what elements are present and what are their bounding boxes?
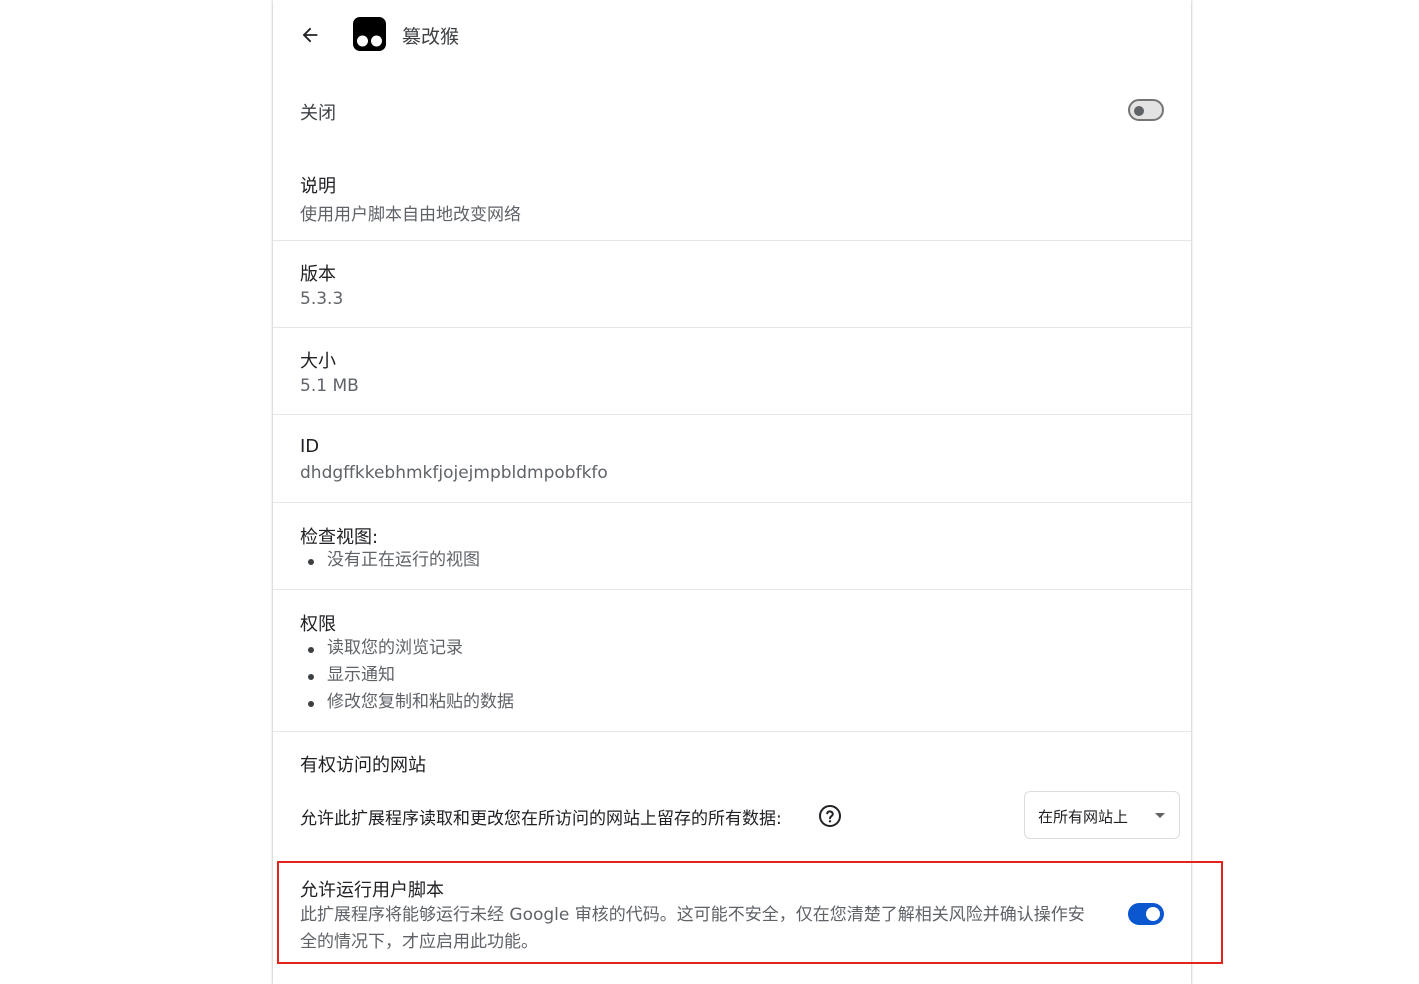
size-value: 5.1 MB <box>300 376 359 396</box>
size-section: 大小 5.1 MB <box>273 327 1191 415</box>
details-header: 篡改猴 <box>273 0 1191 70</box>
version-title: 版本 <box>300 264 336 285</box>
enable-row: 关闭 <box>273 80 1191 140</box>
site-access-text: 允许此扩展程序读取和更改您在所访问的网站上留存的所有数据: <box>300 809 782 829</box>
permissions-list: 读取您的浏览记录 显示通知 修改您复制和粘贴的数据 <box>300 635 514 716</box>
description-value: 使用用户脚本自由地改变网络 <box>300 205 521 225</box>
user-scripts-description: 此扩展程序将能够运行未经 Google 审核的代码。这可能不安全，仅在您清楚了解… <box>300 905 1085 952</box>
arrow-left-icon <box>302 27 318 43</box>
id-value: dhdgffkkebhmkfjojejmpbldmpobfkfo <box>300 463 608 483</box>
description-title: 说明 <box>300 176 336 197</box>
list-item: 没有正在运行的视图 <box>300 547 480 574</box>
inspect-views-section: 检查视图: 没有正在运行的视图 <box>273 502 1191 590</box>
dropdown-value: 在所有网站上 <box>1038 808 1129 826</box>
list-item: 读取您的浏览记录 <box>300 635 514 662</box>
list-item: 修改您复制和粘贴的数据 <box>300 689 514 716</box>
list-item: 显示通知 <box>300 662 514 689</box>
id-title: ID <box>300 436 320 457</box>
permissions-title: 权限 <box>300 614 336 635</box>
chevron-down-icon <box>1155 813 1165 818</box>
enable-toggle[interactable] <box>1128 99 1164 121</box>
tampermonkey-icon <box>353 17 386 51</box>
user-scripts-toggle[interactable] <box>1128 903 1164 925</box>
inspect-views-list: 没有正在运行的视图 <box>300 547 480 574</box>
toggle-knob <box>1146 907 1160 921</box>
version-section: 版本 5.3.3 <box>273 240 1191 328</box>
size-title: 大小 <box>300 351 336 372</box>
permissions-section: 权限 读取您的浏览记录 显示通知 修改您复制和粘贴的数据 <box>273 589 1191 732</box>
back-button[interactable] <box>295 20 325 50</box>
version-value: 5.3.3 <box>300 289 344 309</box>
help-icon[interactable] <box>818 804 842 828</box>
toggle-knob <box>1134 106 1144 116</box>
description-section: 说明 使用用户脚本自由地改变网络 <box>273 155 1191 240</box>
user-scripts-title: 允许运行用户脚本 <box>300 880 444 901</box>
inspect-views-title: 检查视图: <box>300 527 379 548</box>
extension-name: 篡改猴 <box>402 26 460 48</box>
site-access-dropdown[interactable]: 在所有网站上 <box>1024 791 1180 839</box>
enable-label: 关闭 <box>300 103 336 124</box>
site-access-title: 有权访问的网站 <box>300 755 426 776</box>
id-section: ID dhdgffkkebhmkfjojejmpbldmpobfkfo <box>273 414 1191 502</box>
extension-details-card: 篡改猴 关闭 说明 使用用户脚本自由地改变网络 版本 5.3.3 大小 5.1 … <box>273 0 1191 984</box>
